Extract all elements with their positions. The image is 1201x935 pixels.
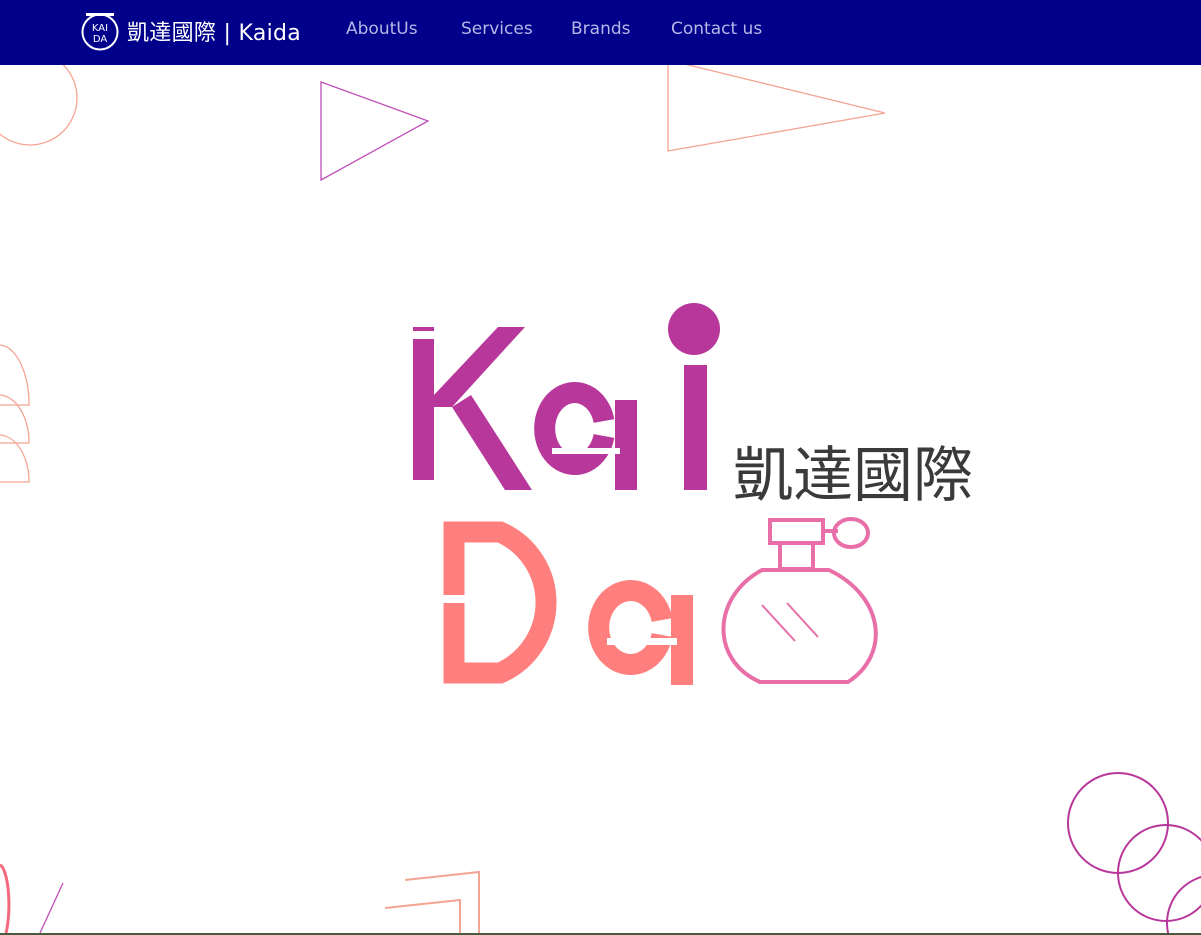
- top-navbar: KAI DA 凱達國際 | Kaida AboutUs Services Bra…: [0, 0, 1201, 65]
- nav-link-services[interactable]: Services: [461, 19, 533, 39]
- logo-letter-a-top: [534, 382, 637, 490]
- hero-artwork: 凱達國際: [0, 65, 1201, 933]
- deco-circles-bottom-right: [1067, 772, 1201, 933]
- brand-link[interactable]: KAI DA 凱達國際 | Kaida: [80, 11, 301, 51]
- deco-line-purple: [39, 882, 64, 933]
- logo-letter-d: [440, 521, 557, 684]
- nav-link-contact[interactable]: Contact us: [671, 19, 762, 39]
- deco-semicircles-left: [0, 344, 30, 483]
- deco-triangle-peach: [667, 65, 886, 152]
- logo-chinese-text: 凱達國際: [733, 441, 973, 511]
- deco-circle-top-left: [0, 65, 78, 146]
- logo-letter-k: [413, 327, 532, 490]
- perfume-bottle-icon: [721, 517, 878, 684]
- logo-letter-a-bottom: [588, 580, 693, 685]
- nav-link-brands[interactable]: Brands: [571, 19, 631, 39]
- logo-letter-i: [668, 303, 720, 490]
- deco-arc-bottom-left: [0, 863, 11, 933]
- logo-text-bottom: DA: [93, 34, 108, 45]
- kaida-logo-icon: KAI DA: [81, 13, 119, 51]
- hero-section: 凱達國際: [0, 65, 1201, 933]
- brand-text: 凱達國際 | Kaida: [127, 21, 302, 46]
- logo-text-top: KAI: [92, 23, 108, 34]
- nav-link-aboutus[interactable]: AboutUs: [346, 19, 418, 39]
- kaida-main-logo: 凱達國際: [413, 303, 973, 685]
- deco-triangle-purple: [320, 81, 430, 182]
- deco-lines-bottom: [384, 870, 480, 933]
